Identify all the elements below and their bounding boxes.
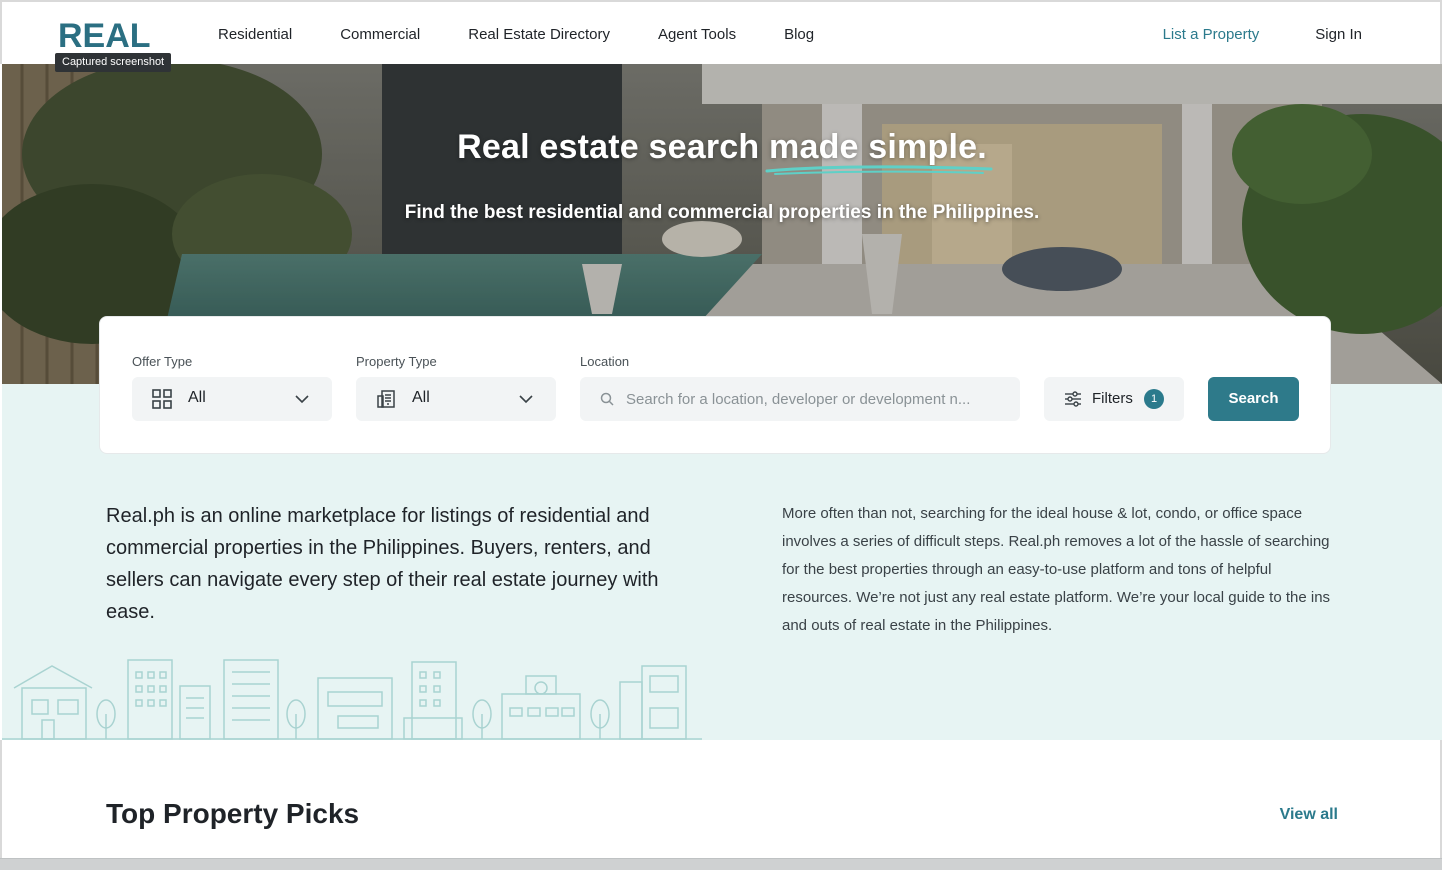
real-logo[interactable]: REAL xyxy=(58,16,154,52)
hero-title-start: Real estate search xyxy=(457,128,770,166)
property-type-label: Property Type xyxy=(356,354,437,369)
nav-commercial[interactable]: Commercial xyxy=(340,26,420,43)
window-frame-left xyxy=(0,740,2,858)
property-search-card: Offer Type All Property Type All Locatio… xyxy=(99,316,1331,454)
logo-text: REAL xyxy=(58,17,151,52)
filters-button[interactable]: Filters 1 xyxy=(1044,377,1184,421)
nav-agent-tools[interactable]: Agent Tools xyxy=(658,26,736,43)
property-type-value: All xyxy=(412,389,430,406)
location-label: Location xyxy=(580,354,630,369)
location-field[interactable] xyxy=(580,377,1020,421)
filters-count-badge: 1 xyxy=(1144,389,1164,409)
sliders-icon xyxy=(1065,391,1081,407)
grid-icon xyxy=(152,389,172,409)
nav-real-estate-directory[interactable]: Real Estate Directory xyxy=(468,26,610,43)
site-header: REAL Captured screenshot Residential Com… xyxy=(0,0,1442,72)
location-input[interactable] xyxy=(626,377,1006,421)
search-icon xyxy=(600,392,614,406)
about-body-text: More often than not, searching for the i… xyxy=(782,505,1331,634)
top-property-picks-heading: Top Property Picks xyxy=(106,798,360,829)
chevron-down-icon xyxy=(519,395,533,404)
brush-underline-icon xyxy=(765,165,993,175)
view-all-link[interactable]: View all xyxy=(1280,806,1338,824)
capture-tooltip: Captured screenshot xyxy=(55,53,172,72)
offer-type-select[interactable]: All xyxy=(132,377,332,421)
hero-subtitle: Find the best residential and commercial… xyxy=(404,202,1040,223)
hero-title: Real estate search made simple. xyxy=(2,128,1442,175)
about-lead-text: Real.ph is an online marketplace for lis… xyxy=(106,505,659,623)
header-actions: List a Property Sign In xyxy=(1163,2,1362,66)
main-nav: Residential Commercial Real Estate Direc… xyxy=(218,2,814,66)
offer-type-label: Offer Type xyxy=(132,354,193,369)
horizontal-scrollbar[interactable] xyxy=(0,858,1442,870)
list-property-link[interactable]: List a Property xyxy=(1163,26,1260,43)
search-button[interactable]: Search xyxy=(1208,377,1299,421)
nav-blog[interactable]: Blog xyxy=(784,26,814,43)
nav-residential[interactable]: Residential xyxy=(218,26,292,43)
city-skyline-illustration xyxy=(2,659,702,740)
building-icon xyxy=(377,390,395,408)
offer-type-value: All xyxy=(188,389,206,406)
hero-title-highlight: made simple. xyxy=(765,128,993,175)
property-type-select[interactable]: All xyxy=(356,377,556,421)
hero-title-highlight-text: made simple. xyxy=(769,128,987,166)
chevron-down-icon xyxy=(295,395,309,404)
filters-label: Filters xyxy=(1092,390,1133,407)
sign-in-link[interactable]: Sign In xyxy=(1315,26,1362,43)
